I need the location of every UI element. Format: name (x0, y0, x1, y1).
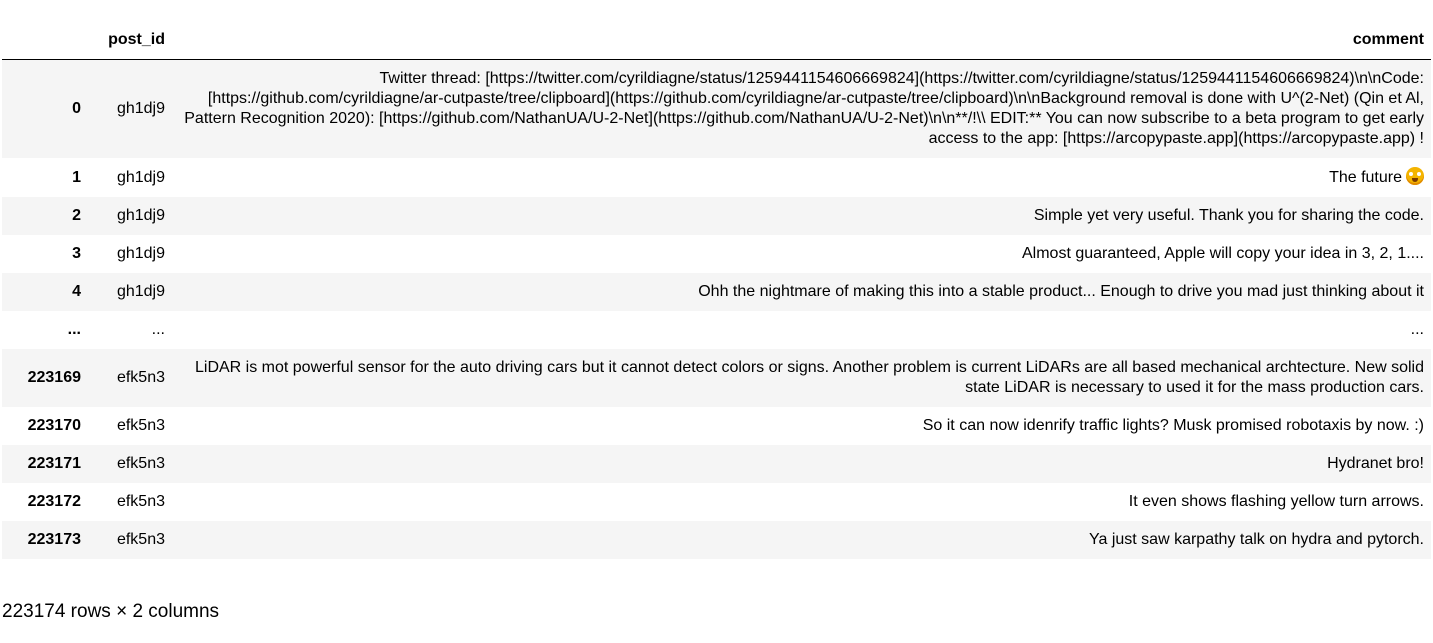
comment-cell: ... (1410, 321, 1424, 338)
table-row: 2 gh1dj9 Simple yet very useful. Thank y… (2, 197, 1431, 235)
row-index: 223172 (27, 493, 81, 510)
post-id-cell: ... (151, 321, 165, 338)
post-id-cell: efk5n3 (116, 369, 165, 386)
dataframe-table: post_id comment 0 gh1dj9 Twitter thread:… (2, 20, 1431, 559)
table-row: 223173 efk5n3 Ya just saw karpathy talk … (2, 521, 1431, 559)
table-row: 223169 efk5n3 LiDAR is mot powerful sens… (2, 349, 1431, 407)
post-id-cell: efk5n3 (116, 493, 165, 510)
post-id-cell: efk5n3 (116, 455, 165, 472)
comment-cell: So it can now idenrify traffic lights? M… (922, 417, 1424, 434)
post-id-cell: gh1dj9 (116, 207, 165, 224)
table-row: 1 gh1dj9 The future (2, 158, 1431, 197)
table-row: 4 gh1dj9 Ohh the nightmare of making thi… (2, 273, 1431, 311)
exploding-head-icon (1406, 167, 1424, 185)
post-id-cell: gh1dj9 (116, 245, 165, 262)
comment-cell: Almost guaranteed, Apple will copy your … (1021, 245, 1424, 262)
row-index: 2 (72, 207, 81, 224)
comment-cell: Hydranet bro! (1327, 455, 1424, 472)
comment-cell: Ya just saw karpathy talk on hydra and p… (1089, 531, 1424, 548)
comment-cell: It even shows flashing yellow turn arrow… (1128, 493, 1424, 510)
table-row: 223172 efk5n3 It even shows flashing yel… (2, 483, 1431, 521)
row-index: 223171 (27, 455, 81, 472)
post-id-cell: gh1dj9 (116, 168, 165, 186)
row-index: 223173 (27, 531, 81, 548)
comment-cell: Twitter thread: [https://twitter.com/cyr… (184, 70, 1424, 147)
header-row: post_id comment (2, 20, 1431, 60)
row-index: 3 (72, 245, 81, 262)
row-index: 223169 (27, 369, 81, 386)
row-index: 223170 (27, 417, 81, 434)
post-id-column-header: post_id (88, 20, 172, 60)
comment-cell: LiDAR is mot powerful sensor for the aut… (194, 359, 1424, 396)
index-column-header (2, 20, 88, 60)
row-index: ... (67, 321, 81, 338)
table-row: 223171 efk5n3 Hydranet bro! (2, 445, 1431, 483)
comment-cell: Simple yet very useful. Thank you for sh… (1033, 207, 1424, 224)
comment-cell: The future (172, 158, 1431, 197)
table-row: 3 gh1dj9 Almost guaranteed, Apple will c… (2, 235, 1431, 273)
post-id-cell: efk5n3 (116, 531, 165, 548)
post-id-cell: gh1dj9 (116, 283, 165, 300)
post-id-cell: efk5n3 (116, 417, 165, 434)
table-row: 223170 efk5n3 So it can now idenrify tra… (2, 407, 1431, 445)
row-index: 1 (72, 168, 81, 186)
comment-column-header: comment (172, 20, 1431, 60)
dataframe-shape: 223174 rows × 2 columns (2, 601, 220, 622)
comment-text: The future (1329, 169, 1402, 186)
comment-cell: Ohh the nightmare of making this into a … (698, 283, 1424, 300)
row-index: 0 (72, 100, 81, 117)
row-index: 4 (72, 283, 81, 300)
post-id-cell: gh1dj9 (116, 100, 165, 117)
ellipsis-row: ... ... ... (2, 311, 1431, 349)
dataframe-output: post_id comment 0 gh1dj9 Twitter thread:… (2, 20, 1431, 559)
table-row: 0 gh1dj9 Twitter thread: [https://twitte… (2, 59, 1431, 158)
